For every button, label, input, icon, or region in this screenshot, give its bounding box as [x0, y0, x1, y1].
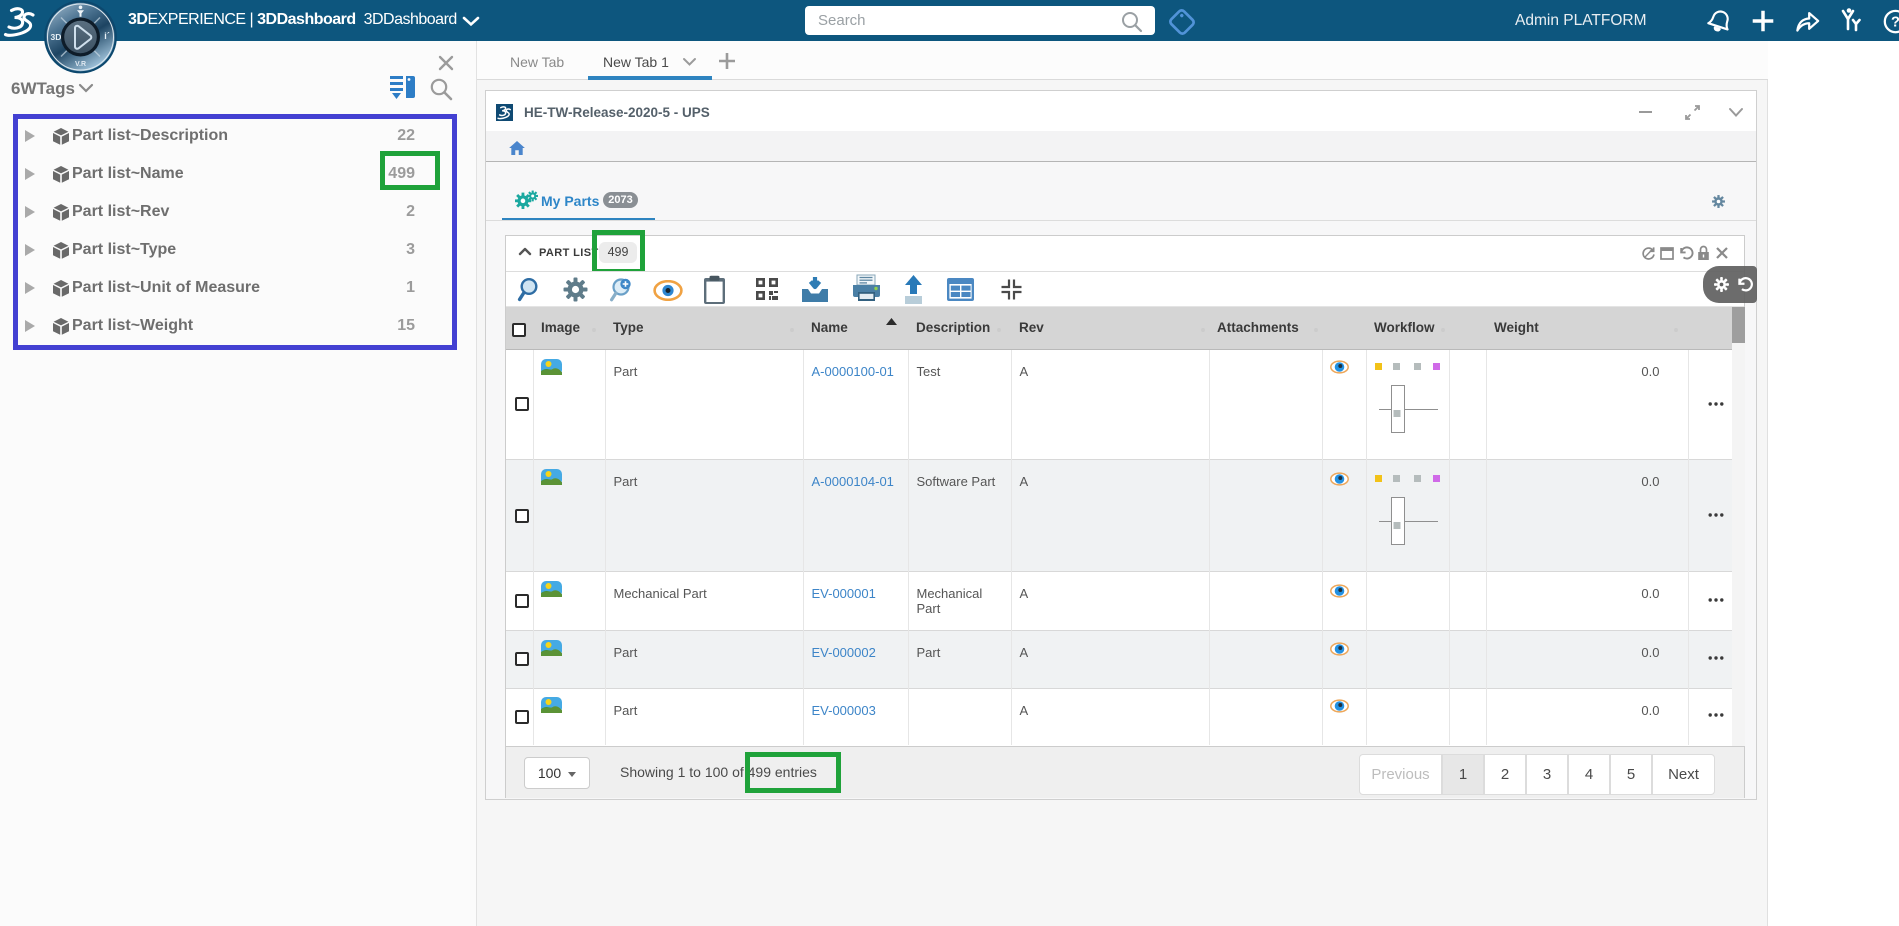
svg-text:i´: i´ — [104, 31, 110, 41]
svg-text:?: ? — [1891, 15, 1899, 31]
svg-text:V.R: V.R — [75, 61, 86, 68]
svg-text:3D: 3D — [51, 32, 62, 42]
